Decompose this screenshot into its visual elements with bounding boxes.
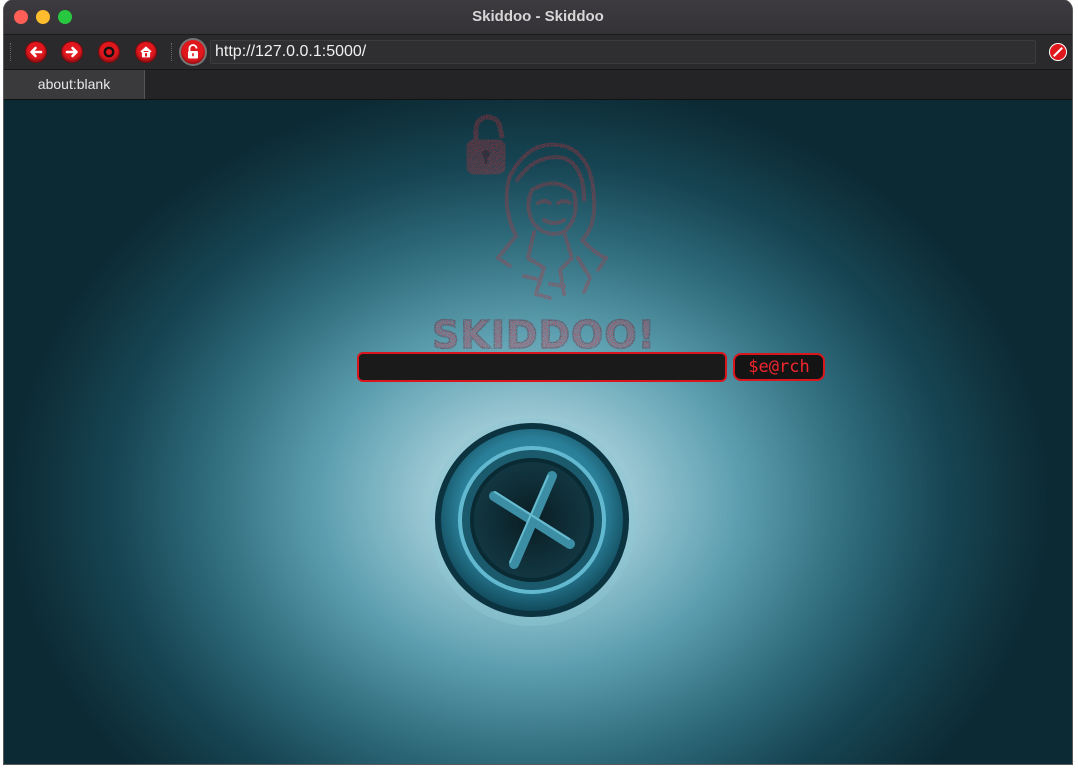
reload-button[interactable] <box>99 42 119 62</box>
address-bar[interactable] <box>210 40 1036 64</box>
home-icon <box>140 46 152 58</box>
search-input[interactable] <box>357 352 727 382</box>
tab-about-blank[interactable]: about:blank <box>4 70 145 99</box>
skiddoo-logo: SKIDDOO! <box>431 114 656 358</box>
forward-arrow-icon <box>65 46 78 58</box>
forward-button[interactable] <box>62 42 82 62</box>
toolbar-grip <box>10 43 13 61</box>
tab-strip: about:blank <box>4 70 1072 100</box>
back-arrow-icon <box>30 46 43 58</box>
stop-button[interactable] <box>1050 44 1066 60</box>
reload-icon <box>103 46 115 58</box>
lock-icon <box>188 44 198 59</box>
site-security-button[interactable] <box>181 40 205 64</box>
logo-wordmark: SKIDDOO! <box>432 313 656 357</box>
title-bar: Skiddoo - Skiddoo <box>4 0 1072 35</box>
back-button[interactable] <box>26 42 46 62</box>
home-button[interactable] <box>136 42 156 62</box>
sink-drain-image <box>428 418 636 626</box>
window-title: Skiddoo - Skiddoo <box>472 8 604 25</box>
browser-window: Skiddoo - Skiddoo http://127.0.0.1:5000/… <box>4 0 1072 764</box>
toolbar-separator <box>171 43 173 61</box>
search-button[interactable]: $e@rch <box>733 353 825 381</box>
nav-toolbar <box>4 35 1072 70</box>
page-content: SKIDDOO! $e@rch <box>4 100 1072 764</box>
hacker-mascot-icon: SKIDDOO! <box>431 114 656 358</box>
